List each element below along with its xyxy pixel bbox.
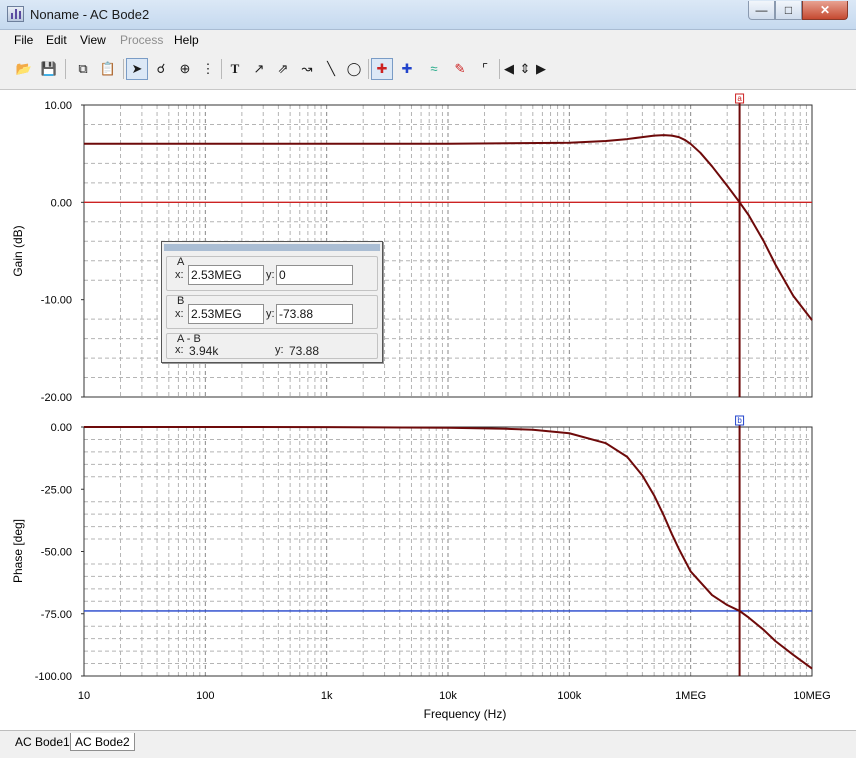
- xtick-label: 10MEG: [793, 690, 830, 702]
- panel-caption-bar[interactable]: [164, 244, 380, 251]
- line-icon[interactable]: ╲: [320, 58, 342, 80]
- cursor-readout-panel[interactable]: A x: 2.53MEG y: 0 B x: 2.53MEG y: -73.88…: [161, 241, 383, 363]
- label-icon[interactable]: ↗: [248, 58, 270, 80]
- up-down-arrow-icon[interactable]: ⇕: [516, 58, 534, 80]
- app-icon: [7, 6, 24, 22]
- bode-chart[interactable]: 10.00 0.00 -10.00 -20.00 Gain (dB) a 0.00 -25.0…: [0, 91, 856, 730]
- cursor-b-x-field[interactable]: 2.53MEG: [188, 304, 264, 324]
- open-icon[interactable]: 📂: [13, 58, 35, 80]
- paste-icon[interactable]: 📋: [97, 58, 119, 80]
- cursor-a-x-label: x:: [175, 269, 184, 281]
- copy-icon[interactable]: ⧉: [72, 58, 94, 80]
- gain-ytick-label: -10.00: [41, 295, 72, 307]
- cursor-diff-x-label: x:: [175, 344, 184, 356]
- cursor-a-y-field[interactable]: 0: [276, 265, 353, 285]
- phase-ytick-label: 0.00: [51, 422, 72, 434]
- zoom-100-icon[interactable]: ⊕: [174, 58, 196, 80]
- menu-edit[interactable]: Edit: [46, 33, 67, 47]
- save-icon[interactable]: 💾: [38, 58, 60, 80]
- close-button[interactable]: ✕: [802, 1, 848, 20]
- menu-help[interactable]: Help: [174, 33, 199, 47]
- toolbar: 📂 💾 ⧉ 📋 ➤ ☌ ⊕ ⋮ T ↗ ⇗ ↝ ╲ ◯ ✚ ✚ ≈ ✎ ⌜ ◀ …: [0, 50, 856, 90]
- cursor-b-icon[interactable]: ✚: [396, 58, 418, 80]
- tab-ac-bode2[interactable]: AC Bode2: [70, 733, 135, 751]
- cursor-a-y-label: y:: [266, 269, 275, 281]
- title-bar: Noname - AC Bode2 — □ ✕: [0, 0, 856, 30]
- xtick-label: 1MEG: [675, 690, 706, 702]
- cursor-diff-y-label: y:: [275, 344, 284, 356]
- xtick-label: 100: [196, 690, 214, 702]
- curves-icon[interactable]: ≈: [423, 58, 445, 80]
- cursor-a-group: A x: 2.53MEG y: 0: [166, 256, 378, 291]
- left-arrow-icon[interactable]: ◀: [502, 58, 516, 80]
- comment-icon[interactable]: ⇗: [272, 58, 294, 80]
- marker-icon[interactable]: ✎: [449, 58, 471, 80]
- grid-icon[interactable]: ⋮: [197, 58, 219, 80]
- phase-ytick-label: -100.00: [35, 671, 72, 683]
- gain-axis-label: Gain (dB): [11, 225, 25, 276]
- phase-ytick-label: -50.00: [41, 547, 72, 559]
- cursor-b-x-label: x:: [175, 308, 184, 320]
- xtick-label: 10k: [439, 690, 457, 702]
- cursor-diff-group: A - B x: 3.94k y: 73.88: [166, 333, 378, 359]
- cursor-diff-x-value: 3.94k: [189, 344, 219, 358]
- phase-axis-label: Phase [deg]: [11, 519, 25, 583]
- cursor-b-y-label: y:: [266, 308, 275, 320]
- minimize-button[interactable]: —: [748, 1, 775, 20]
- cursor-b-title: B: [177, 295, 185, 307]
- gain-ytick-label: 0.00: [51, 197, 72, 209]
- menu-file[interactable]: File: [14, 33, 33, 47]
- xtick-label: 10: [78, 690, 90, 702]
- cursor-a-x-field[interactable]: 2.53MEG: [188, 265, 264, 285]
- cursor-b-group: B x: 2.53MEG y: -73.88: [166, 295, 378, 329]
- window-title: Noname - AC Bode2: [30, 7, 150, 22]
- x-axis-label: Frequency (Hz): [424, 707, 507, 721]
- phase-ytick-label: -75.00: [41, 609, 72, 621]
- gain-panel: 10.00 0.00 -10.00 -20.00 Gain (dB) a: [11, 93, 813, 404]
- cursor-a-icon[interactable]: ✚: [371, 58, 393, 80]
- tab-bar: AC Bode1 AC Bode2: [0, 730, 856, 758]
- menu-bar: File Edit View Process Help: [0, 30, 856, 50]
- maximize-button[interactable]: □: [775, 1, 802, 20]
- xtick-label: 1k: [321, 690, 333, 702]
- plot-area: 10.00 0.00 -10.00 -20.00 Gain (dB) a 0.00 -25.0…: [0, 91, 856, 730]
- cursor-b-flag-label: b: [737, 416, 742, 425]
- gain-ytick-label: -20.00: [41, 392, 72, 404]
- menu-process[interactable]: Process: [120, 33, 163, 47]
- function-icon[interactable]: ⌜: [474, 58, 496, 80]
- tab-ac-bode1[interactable]: AC Bode1: [11, 733, 74, 751]
- phase-ytick-label: -25.00: [41, 484, 72, 496]
- phase-panel: 0.00 -25.00 -50.00 -75.00 -100.00 Phase [deg]…: [11, 415, 813, 683]
- cursor-b-y-field[interactable]: -73.88: [276, 304, 353, 324]
- xtick-label: 100k: [557, 690, 581, 702]
- cursor-a-title: A: [177, 256, 185, 268]
- cursor-a-flag-label: a: [737, 94, 742, 103]
- menu-view[interactable]: View: [80, 33, 106, 47]
- text-icon[interactable]: T: [224, 58, 246, 80]
- cursor-diff-y-value: 73.88: [289, 344, 320, 358]
- pointer-icon[interactable]: ➤: [126, 58, 148, 80]
- gain-ytick-label: 10.00: [44, 100, 72, 112]
- right-arrow-icon[interactable]: ▶: [534, 58, 548, 80]
- zoom-in-icon[interactable]: ☌: [150, 58, 172, 80]
- annotation-icon[interactable]: ↝: [296, 58, 318, 80]
- ellipse-icon[interactable]: ◯: [343, 58, 365, 80]
